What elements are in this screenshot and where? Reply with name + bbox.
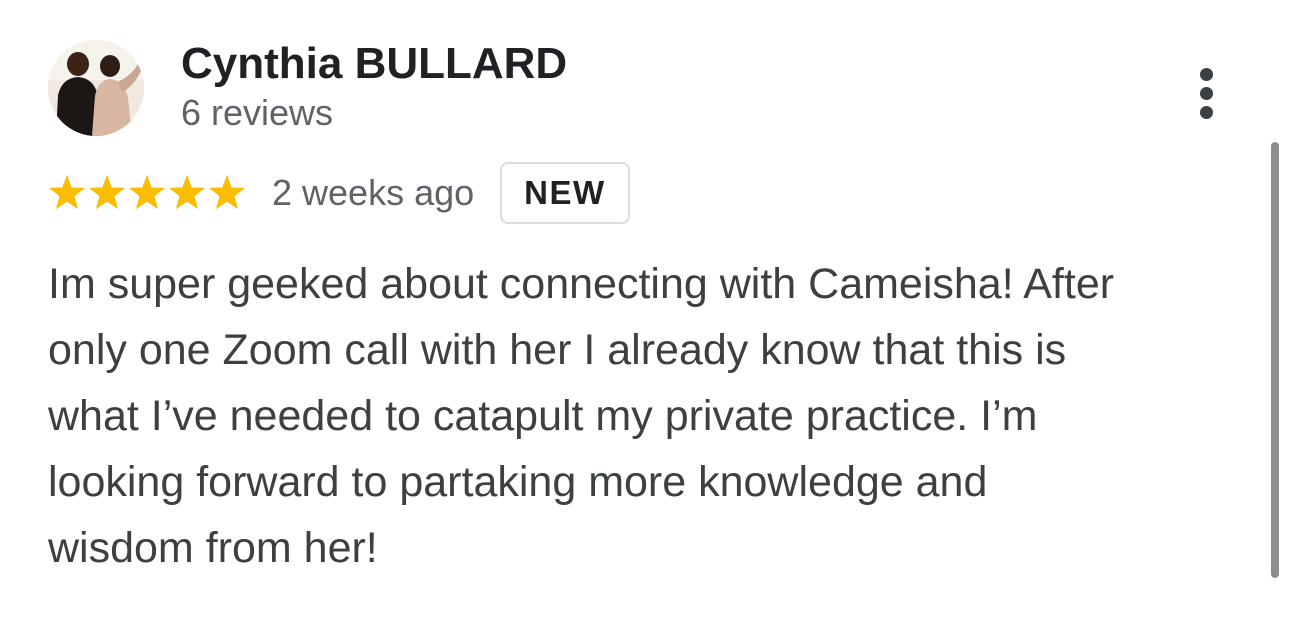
more-vertical-icon [1200, 68, 1213, 81]
star-icon [128, 174, 166, 210]
avatar-photo [48, 40, 144, 136]
more-options-button[interactable] [1186, 64, 1228, 124]
star-icon [168, 174, 206, 210]
review-date: 2 weeks ago [272, 172, 475, 213]
star-icon [88, 174, 126, 210]
new-badge: NEW [500, 162, 630, 224]
review-text: Im super geeked about connecting with Ca… [48, 260, 1115, 572]
review-card: Cynthia BULLARD 6 reviews 2 weeks ago NE… [0, 0, 1290, 623]
author-name[interactable]: Cynthia BULLARD [181, 38, 567, 90]
scrollbar[interactable] [1271, 142, 1279, 578]
author-review-count[interactable]: 6 reviews [181, 91, 333, 135]
author-avatar[interactable] [48, 40, 144, 136]
more-vertical-icon-dot [1200, 106, 1213, 119]
star-rating [48, 174, 246, 212]
more-vertical-icon-dot [1200, 87, 1213, 100]
star-icon [208, 174, 246, 210]
star-icon [48, 174, 86, 210]
rating-row: 2 weeks ago NEW [48, 160, 630, 226]
